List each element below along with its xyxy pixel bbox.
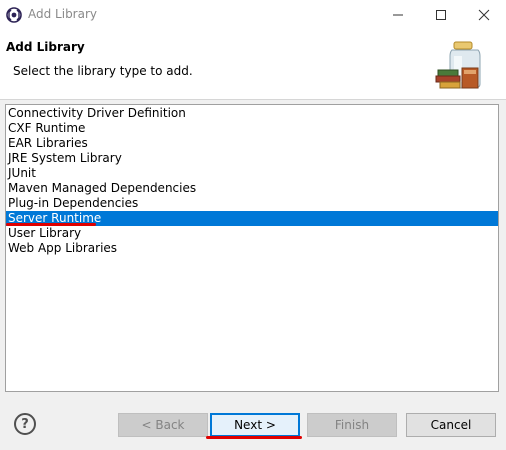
cancel-button[interactable]: Cancel bbox=[406, 413, 496, 437]
list-item[interactable]: User Library bbox=[6, 226, 498, 241]
close-button[interactable] bbox=[466, 0, 502, 30]
next-button[interactable]: Next > bbox=[210, 413, 300, 437]
annotation-underline-selection bbox=[6, 223, 96, 226]
library-type-list[interactable]: Connectivity Driver Definition CXF Runti… bbox=[5, 104, 499, 392]
window-title: Add Library bbox=[28, 7, 98, 21]
page-description: Select the library type to add. bbox=[13, 64, 193, 78]
minimize-icon bbox=[393, 14, 403, 16]
list-item[interactable]: Web App Libraries bbox=[6, 241, 498, 256]
annotation-underline-next bbox=[206, 436, 302, 439]
library-jar-icon bbox=[435, 41, 481, 89]
list-item[interactable]: JRE System Library bbox=[6, 151, 498, 166]
list-item[interactable]: Plug-in Dependencies bbox=[6, 196, 498, 211]
list-item[interactable]: JUnit bbox=[6, 166, 498, 181]
wizard-header: Add Library Select the library type to a… bbox=[0, 30, 506, 100]
close-icon bbox=[478, 9, 490, 21]
back-button[interactable]: < Back bbox=[118, 413, 208, 437]
help-button[interactable]: ? bbox=[14, 413, 36, 435]
list-item[interactable]: EAR Libraries bbox=[6, 136, 498, 151]
list-item[interactable]: Maven Managed Dependencies bbox=[6, 181, 498, 196]
maximize-button[interactable] bbox=[423, 0, 459, 30]
finish-button[interactable]: Finish bbox=[307, 413, 397, 437]
list-item[interactable]: CXF Runtime bbox=[6, 121, 498, 136]
help-icon: ? bbox=[21, 416, 29, 432]
eclipse-app-icon bbox=[6, 7, 22, 23]
page-title: Add Library bbox=[6, 40, 85, 54]
minimize-button[interactable] bbox=[380, 0, 416, 30]
maximize-icon bbox=[436, 10, 446, 20]
title-bar: Add Library bbox=[0, 0, 506, 30]
list-item[interactable]: Connectivity Driver Definition bbox=[6, 106, 498, 121]
